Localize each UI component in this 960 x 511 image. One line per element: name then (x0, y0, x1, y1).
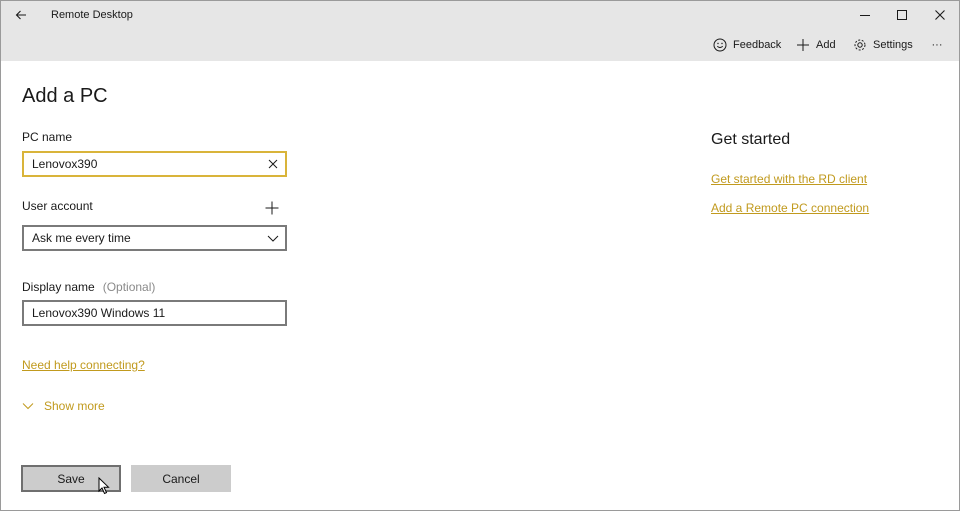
back-arrow-icon (15, 10, 26, 20)
user-account-label: User account (22, 199, 93, 213)
optional-hint: (Optional) (102, 280, 156, 294)
add-user-account-icon[interactable] (264, 200, 280, 216)
need-help-link[interactable]: Need help connecting? (22, 358, 145, 372)
get-started-title: Get started (711, 131, 791, 148)
close-window-button[interactable] (922, 3, 958, 27)
title-and-command-bar: Remote Desktop Feedback Add Settings ··· (1, 1, 959, 61)
mouse-cursor-icon (98, 477, 110, 495)
add-button[interactable]: Add (796, 35, 836, 55)
app-title: Remote Desktop (51, 9, 133, 21)
display-name-label: Display name (Optional) (22, 280, 155, 294)
display-name-label-text: Display name (22, 280, 95, 294)
chevron-down-icon (22, 403, 34, 410)
add-label: Add (816, 39, 836, 51)
smiley-icon (713, 38, 727, 52)
plus-icon (797, 39, 809, 51)
add-remote-pc-connection-link[interactable]: Add a Remote PC connection (711, 201, 869, 215)
feedback-label: Feedback (733, 39, 782, 51)
feedback-button[interactable]: Feedback (713, 35, 781, 55)
display-name-value: Lenovox390 Windows 11 (32, 306, 166, 320)
settings-label: Settings (873, 39, 913, 51)
show-more-label: Show more (44, 399, 105, 413)
maximize-button[interactable] (884, 3, 920, 27)
maximize-icon (897, 10, 907, 20)
display-name-input[interactable]: Lenovox390 Windows 11 (22, 300, 287, 326)
close-icon (935, 10, 945, 20)
pc-name-value: Lenovox390 (32, 157, 98, 171)
page-title: Add a PC (22, 85, 108, 107)
settings-button[interactable]: Settings (853, 35, 913, 55)
pc-name-label: PC name (22, 130, 73, 144)
more-icon: ··· (931, 39, 943, 51)
clear-text-icon[interactable] (267, 158, 279, 170)
show-more-toggle[interactable]: Show more (22, 399, 105, 413)
user-account-select[interactable]: Ask me every time (22, 225, 287, 251)
user-account-value: Ask me every time (32, 231, 131, 245)
minimize-icon (860, 15, 870, 16)
pc-name-input[interactable]: Lenovox390 (22, 151, 287, 177)
chevron-down-icon (267, 235, 279, 242)
get-started-rd-client-link[interactable]: Get started with the RD client (711, 172, 867, 186)
more-options-button[interactable]: ··· (927, 35, 947, 55)
gear-icon (854, 39, 866, 51)
cancel-button[interactable]: Cancel (131, 465, 231, 492)
minimize-button[interactable] (847, 3, 883, 27)
remote-desktop-window: Remote Desktop Feedback Add Settings ···… (0, 0, 960, 511)
back-button[interactable] (7, 4, 35, 26)
